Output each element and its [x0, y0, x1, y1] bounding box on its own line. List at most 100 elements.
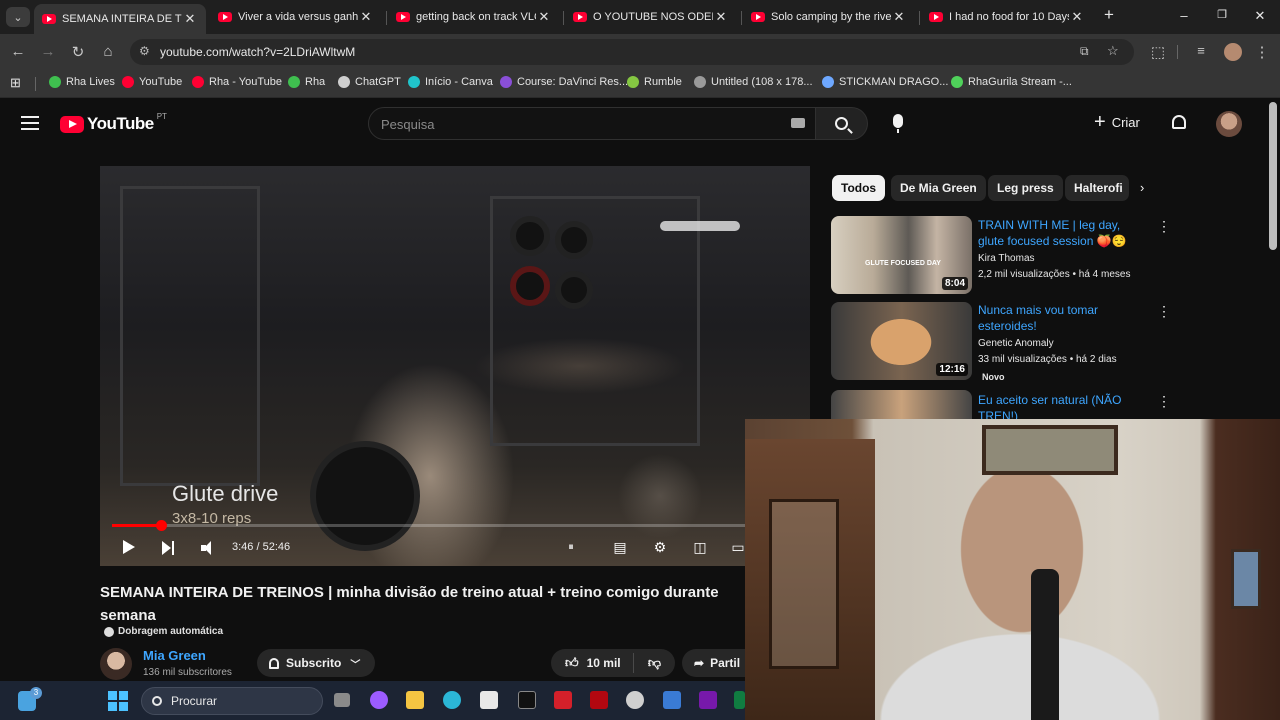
close-window-icon[interactable]: ✕ — [1250, 8, 1270, 24]
netflix-icon[interactable] — [590, 691, 608, 709]
voice-search-icon[interactable] — [893, 114, 903, 133]
create-button[interactable]: + Criar — [1094, 112, 1140, 132]
install-app-icon[interactable]: ⧉ — [1080, 44, 1089, 59]
task-view-icon[interactable] — [334, 693, 350, 707]
next-video-icon[interactable] — [162, 541, 176, 555]
subscribe-label: Subscrito — [286, 656, 342, 670]
site-info-icon[interactable]: ⚙ — [139, 44, 150, 58]
video-progress-bar[interactable] — [112, 520, 798, 531]
onenote-icon[interactable] — [699, 691, 717, 709]
related-channel[interactable]: Genetic Anomaly — [978, 338, 1054, 349]
channel-avatar[interactable] — [100, 648, 132, 680]
store-icon[interactable] — [480, 691, 498, 709]
bookmark-item[interactable]: Rha Lives — [49, 76, 115, 88]
shield-app-icon[interactable] — [554, 691, 572, 709]
bookmark-item[interactable]: Rha — [288, 76, 325, 88]
youtube-logo[interactable]: YouTube PT — [60, 112, 167, 134]
bookmark-item[interactable]: Rumble — [627, 76, 682, 88]
windows-start-icon[interactable] — [108, 691, 128, 711]
chip-from-channel[interactable]: De Mia Green — [891, 175, 986, 201]
autoplay-toggle-icon[interactable]: ⏸ — [562, 539, 580, 555]
related-channel[interactable]: Kira Thomas — [978, 253, 1035, 264]
bookmark-item[interactable]: Course: DaVinci Res... — [500, 76, 628, 88]
page-scrollbar[interactable] — [1269, 102, 1277, 250]
back-icon[interactable]: ← — [8, 43, 28, 60]
settings-icon[interactable] — [626, 691, 644, 709]
volume-icon[interactable] — [201, 541, 215, 555]
like-button[interactable]: 👍︎ 10 mil — [551, 655, 633, 671]
tab-search-button[interactable]: ⌄ — [6, 7, 30, 27]
close-tab-icon[interactable]: ✕ — [713, 9, 729, 25]
keyboard-icon[interactable] — [791, 118, 805, 128]
related-thumbnail[interactable]: 12:16 — [831, 302, 972, 380]
reload-icon[interactable]: ↻ — [68, 43, 88, 61]
media-control-icon[interactable]: ≡ — [1191, 43, 1211, 58]
extensions-icon[interactable]: ⬚ — [1148, 43, 1168, 61]
guide-menu-icon[interactable] — [21, 116, 39, 130]
related-thumbnail[interactable] — [831, 390, 972, 419]
chip-leg-press[interactable]: Leg press — [988, 175, 1063, 201]
notifications-bell-icon[interactable] — [1172, 115, 1186, 129]
dislike-button[interactable]: 👎︎ — [634, 655, 675, 671]
youtube-favicon-icon — [396, 12, 410, 22]
bookmark-item[interactable]: ChatGPT — [338, 76, 401, 88]
close-tab-icon[interactable]: ✕ — [536, 9, 552, 25]
channel-name[interactable]: Mia Green — [143, 648, 206, 663]
address-bar[interactable]: ⚙ youtube.com/watch?v=2LDriAWltwM ⧉ ☆ — [130, 39, 1134, 65]
browser-tab[interactable]: Viver a vida versus ganhar ✕ — [210, 4, 382, 30]
bookmark-item[interactable]: Rha - YouTube — [192, 76, 282, 88]
related-options-icon[interactable]: ⋮ — [1157, 393, 1171, 410]
forward-icon[interactable]: → — [38, 43, 58, 60]
close-tab-icon[interactable]: ✕ — [891, 9, 907, 25]
play-icon[interactable] — [123, 540, 135, 554]
related-options-icon[interactable]: ⋮ — [1157, 218, 1171, 235]
bookmark-item[interactable]: STICKMAN DRAGO... — [822, 76, 948, 88]
bookmark-item[interactable]: YouTube — [122, 76, 182, 88]
chip-all[interactable]: Todos — [832, 175, 886, 201]
bookmark-star-icon[interactable]: ☆ — [1107, 43, 1119, 59]
file-explorer-icon[interactable] — [406, 691, 424, 709]
apps-grid-icon[interactable]: ⊞ — [10, 75, 21, 91]
restore-icon[interactable]: ❐ — [1212, 8, 1232, 21]
miniplayer-icon[interactable]: ◫ — [691, 539, 709, 555]
taskbar-search[interactable]: Procurar — [141, 687, 323, 715]
menu-kebab-icon[interactable]: ⋮ — [1252, 43, 1272, 61]
profile-avatar-icon[interactable] — [1224, 43, 1242, 61]
related-title[interactable]: TRAIN WITH ME | leg day, glute focused s… — [978, 217, 1148, 249]
browser-tab[interactable]: Solo camping by the river ✕ — [743, 4, 915, 30]
search-box[interactable] — [368, 107, 816, 140]
home-icon[interactable]: ⌂ — [98, 43, 118, 60]
copilot-icon[interactable] — [370, 691, 388, 709]
new-tab-button[interactable]: + — [1099, 5, 1119, 25]
account-avatar[interactable] — [1216, 111, 1242, 137]
bookmark-item[interactable]: RhaGurila Stream -... — [951, 76, 1072, 88]
subtitles-icon[interactable]: ▤ — [611, 539, 629, 555]
browser-tab[interactable]: getting back on track VLO ✕ — [388, 4, 560, 30]
search-input[interactable] — [381, 114, 781, 134]
browser-tab-active[interactable]: SEMANA INTEIRA DE TREI ✕ — [34, 4, 206, 34]
browser-tab[interactable]: I had no food for 10 Days ✕ — [921, 4, 1093, 30]
related-thumbnail[interactable]: GLUTE FOCUSED DAY 8:04 — [831, 216, 972, 294]
video-scrubber-handle[interactable] — [155, 520, 167, 531]
browser-tab[interactable]: O YOUTUBE NOS ODEIA - ✕ — [565, 4, 737, 30]
chip-weightlifting[interactable]: Halterofi — [1065, 175, 1129, 201]
excel-icon[interactable] — [734, 691, 745, 709]
bookmark-item[interactable]: Untitled (108 x 178... — [694, 76, 813, 88]
search-button[interactable] — [816, 107, 868, 140]
close-tab-icon[interactable]: ✕ — [358, 9, 374, 25]
calculator-icon[interactable] — [663, 691, 681, 709]
minimize-icon[interactable]: – — [1174, 8, 1194, 23]
subscribed-button[interactable]: Subscrito ﹀ — [257, 649, 375, 677]
related-options-icon[interactable]: ⋮ — [1157, 303, 1171, 320]
related-title[interactable]: Eu aceito ser natural (NÃO TREN!) — [978, 392, 1148, 419]
dubbing-label: Dobragem automática — [104, 626, 223, 637]
edge-icon[interactable] — [443, 691, 461, 709]
close-tab-icon[interactable]: ✕ — [182, 11, 198, 27]
video-player[interactable]: Glute drive 3x8-10 reps 3:46 / 52:46 ⏸ ▤… — [100, 166, 810, 566]
bookmark-item[interactable]: Início - Canva — [408, 76, 493, 88]
chevron-right-icon[interactable]: › — [1140, 180, 1144, 195]
related-title[interactable]: Nunca mais vou tomar esteroides! — [978, 302, 1148, 334]
capcut-icon[interactable] — [518, 691, 536, 709]
settings-gear-icon[interactable]: ⚙ — [651, 539, 669, 555]
close-tab-icon[interactable]: ✕ — [1069, 9, 1085, 25]
